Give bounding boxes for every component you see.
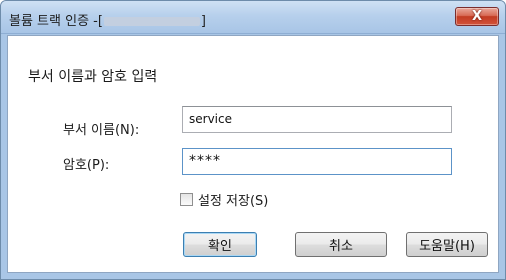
password-label: 암호(P): xyxy=(63,158,110,173)
save-settings-option[interactable]: 설정 저장(S) xyxy=(180,190,268,209)
close-button[interactable]: X xyxy=(455,7,499,26)
save-settings-label[interactable]: 설정 저장(S) xyxy=(198,190,268,209)
dialog-heading: 부서 이름과 암호 입력 xyxy=(28,69,158,85)
title-prefix: 볼륨 트랙 인증 -[ xyxy=(9,14,103,29)
cancel-button[interactable]: 취소 xyxy=(295,232,387,257)
auth-dialog: 볼륨 트랙 인증 -[] X 부서 이름과 암호 입력 부서 이름(N): se… xyxy=(0,0,506,280)
window-title: 볼륨 트랙 인증 -[] xyxy=(9,10,206,29)
department-label: 부서 이름(N): xyxy=(63,123,140,138)
title-bar[interactable]: 볼륨 트랙 인증 -[] X xyxy=(1,1,505,34)
save-settings-checkbox[interactable] xyxy=(180,193,193,206)
department-name-input[interactable]: service xyxy=(182,106,452,133)
password-input[interactable]: **** xyxy=(182,148,452,175)
help-button[interactable]: 도움말(H) xyxy=(406,232,488,257)
title-suffix: ] xyxy=(200,14,206,29)
dialog-body: 부서 이름과 암호 입력 부서 이름(N): service 암호(P): **… xyxy=(7,35,499,273)
ok-button[interactable]: 확인 xyxy=(183,232,257,257)
close-icon: X xyxy=(471,9,483,24)
redacted-hostname xyxy=(103,17,200,26)
